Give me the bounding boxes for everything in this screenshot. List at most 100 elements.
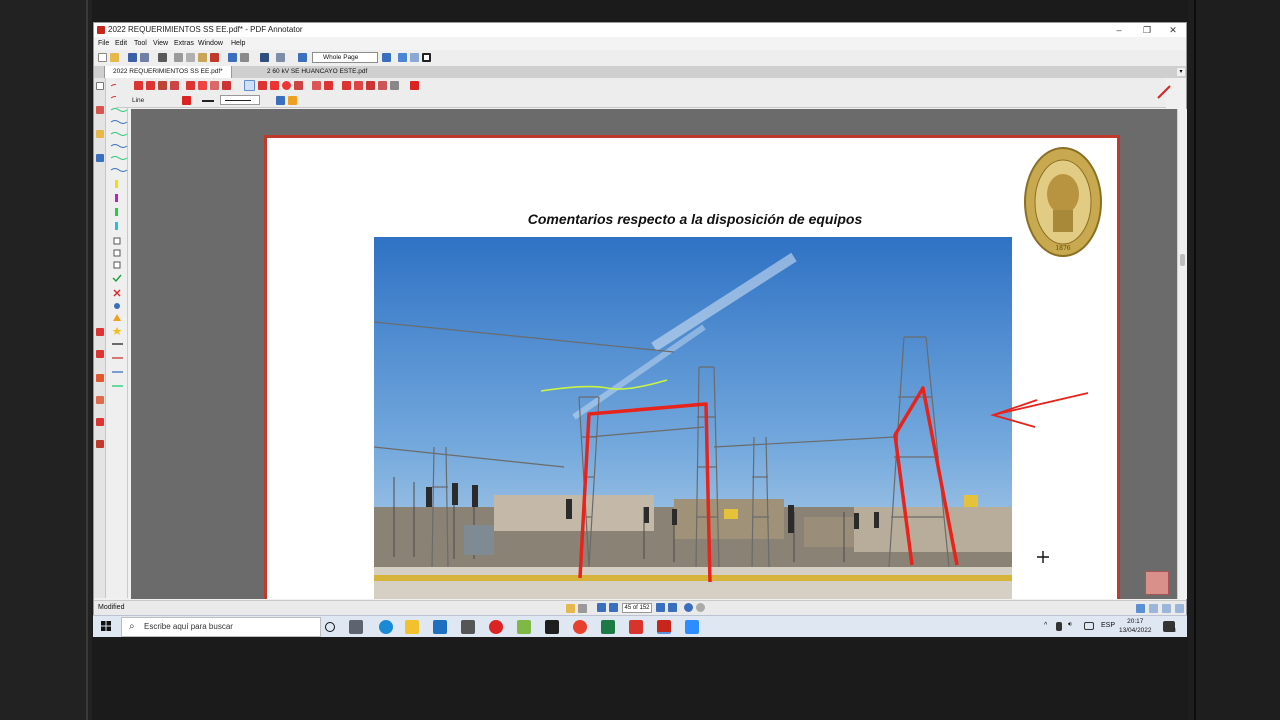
copy-icon[interactable] bbox=[186, 53, 195, 62]
menu-view[interactable]: View bbox=[153, 37, 168, 50]
bookmark-status-icon[interactable] bbox=[566, 604, 575, 613]
vertical-scrollbar[interactable] bbox=[1177, 109, 1187, 599]
undo-icon[interactable] bbox=[228, 53, 237, 62]
menu-edit[interactable]: Edit bbox=[115, 37, 127, 50]
volume-icon[interactable]: 🔉︎ bbox=[1068, 621, 1072, 629]
camera-tool-icon[interactable] bbox=[342, 81, 351, 90]
menu-help[interactable]: Help bbox=[231, 37, 245, 50]
annotations-panel-icon[interactable] bbox=[96, 106, 104, 114]
microphone-icon[interactable] bbox=[1056, 622, 1062, 631]
eraser-tool-icon[interactable] bbox=[378, 81, 387, 90]
arrow-tool-icon[interactable] bbox=[258, 81, 267, 90]
chrome-browser-icon[interactable] bbox=[573, 620, 587, 634]
properties-icon[interactable] bbox=[276, 96, 285, 105]
minimize-button[interactable]: – bbox=[1106, 23, 1132, 37]
cut-icon[interactable] bbox=[174, 53, 183, 62]
line-width-icon[interactable] bbox=[202, 100, 214, 102]
find-binoculars-icon[interactable] bbox=[260, 53, 269, 62]
file-explorer-icon[interactable] bbox=[405, 620, 419, 634]
ellipse-tool-icon[interactable] bbox=[282, 81, 291, 90]
menu-file[interactable]: File bbox=[98, 37, 109, 50]
floating-pen-tool-icon[interactable] bbox=[1145, 571, 1169, 595]
snipping-tool-icon[interactable] bbox=[517, 620, 531, 634]
select-arrow-icon[interactable] bbox=[134, 81, 143, 90]
marker-favorite-icon[interactable] bbox=[96, 374, 104, 382]
comment-tool-icon[interactable] bbox=[324, 81, 333, 90]
pen-tool-icon[interactable] bbox=[186, 81, 195, 90]
delete-icon[interactable] bbox=[210, 53, 219, 62]
links-icon[interactable] bbox=[96, 154, 104, 162]
windows-start-icon[interactable] bbox=[101, 621, 111, 631]
full-screen-icon[interactable] bbox=[422, 53, 431, 62]
zoom-tool-icon[interactable] bbox=[170, 81, 179, 90]
pen-presets-list[interactable] bbox=[109, 82, 131, 402]
draw-tool-icon[interactable] bbox=[366, 81, 375, 90]
zoom-meetings-icon[interactable] bbox=[685, 620, 699, 634]
line-style-select[interactable] bbox=[220, 95, 260, 105]
cortana-icon[interactable] bbox=[325, 622, 335, 632]
crop-tool-icon[interactable] bbox=[354, 81, 363, 90]
microsoft-store-icon[interactable] bbox=[433, 620, 447, 634]
red-arrow-annotation[interactable] bbox=[989, 392, 1089, 428]
previous-page-button[interactable] bbox=[609, 603, 618, 612]
close-button[interactable]: ✕ bbox=[1160, 23, 1186, 37]
stamp-tool-icon[interactable] bbox=[222, 81, 231, 90]
stamp-favorite-icon[interactable] bbox=[96, 418, 104, 426]
tab-huancayo-este[interactable]: 2 60 kV SE HUANCAYO ESTE.pdf bbox=[259, 66, 375, 78]
pen-color-icon[interactable] bbox=[182, 96, 191, 105]
zoom-out-icon[interactable] bbox=[298, 53, 307, 62]
zoom-select[interactable]: Whole Page bbox=[312, 52, 378, 63]
new-document-icon[interactable] bbox=[98, 53, 107, 62]
green-highlight-stroke[interactable] bbox=[540, 379, 668, 392]
pdf-page[interactable]: Comentarios respecto a la disposición de… bbox=[264, 135, 1120, 599]
text-box-tool-icon[interactable] bbox=[294, 81, 303, 90]
next-page-button[interactable] bbox=[656, 603, 665, 612]
thumbnails-icon[interactable] bbox=[96, 82, 104, 90]
highlight-warning-icon[interactable] bbox=[288, 96, 297, 105]
page-layout-icon[interactable] bbox=[276, 53, 285, 62]
excel-icon[interactable] bbox=[601, 620, 615, 634]
view-facing-icon[interactable] bbox=[1162, 604, 1171, 613]
tray-chevron-icon[interactable]: ^ bbox=[1044, 622, 1047, 629]
paste-icon[interactable] bbox=[198, 53, 207, 62]
tab-requerimientos[interactable]: 2022 REQUERIMIENTOS SS EE.pdf* bbox=[104, 66, 232, 78]
image-favorite-icon[interactable] bbox=[96, 396, 104, 404]
open-folder-icon[interactable] bbox=[110, 53, 119, 62]
menu-extras[interactable]: Extras bbox=[174, 37, 194, 50]
pages-status-icon[interactable] bbox=[578, 604, 587, 613]
page-number-field[interactable]: 45 of 152 bbox=[622, 603, 652, 613]
restore-button[interactable]: ❐ bbox=[1134, 23, 1160, 37]
taskbar-search-box[interactable]: ⌕ Escribe aquí para buscar bbox=[121, 617, 321, 637]
language-indicator[interactable]: ESP bbox=[1101, 622, 1115, 629]
save-icon[interactable] bbox=[128, 53, 137, 62]
view-single-icon[interactable] bbox=[1136, 604, 1145, 613]
forward-button[interactable] bbox=[696, 603, 705, 612]
rectangle-tool-icon[interactable] bbox=[270, 81, 279, 90]
acrobat-reader-icon[interactable] bbox=[629, 620, 643, 634]
first-page-button[interactable] bbox=[597, 603, 606, 612]
line-tool-icon[interactable] bbox=[244, 80, 255, 91]
menu-tool[interactable]: Tool bbox=[134, 37, 147, 50]
save-as-icon[interactable] bbox=[140, 53, 149, 62]
menu-window[interactable]: Window bbox=[198, 37, 223, 50]
image-tool-icon[interactable] bbox=[210, 81, 219, 90]
link-tool-icon[interactable] bbox=[312, 81, 321, 90]
print-icon[interactable] bbox=[158, 53, 167, 62]
taskbar-clock[interactable]: 20:17 13/04/2022 bbox=[1119, 617, 1152, 635]
red-frame-annotation[interactable] bbox=[578, 402, 712, 583]
hand-tool-icon[interactable] bbox=[158, 81, 167, 90]
single-page-icon[interactable] bbox=[398, 53, 407, 62]
pen-favorite-icon[interactable] bbox=[96, 350, 104, 358]
tab-list-chevron-icon[interactable]: ▾ bbox=[1177, 68, 1185, 76]
red-tower-annotation[interactable] bbox=[893, 386, 959, 566]
select-area-icon[interactable] bbox=[146, 81, 155, 90]
view-continuous-icon[interactable] bbox=[1149, 604, 1158, 613]
marker-tool-icon[interactable] bbox=[198, 81, 207, 90]
view-continuous-facing-icon[interactable] bbox=[1175, 604, 1184, 613]
favorites-heart-icon[interactable] bbox=[410, 81, 419, 90]
red-app-icon[interactable] bbox=[489, 620, 503, 634]
arrow-favorite-icon[interactable] bbox=[96, 440, 104, 448]
favorites-heart-icon[interactable] bbox=[96, 328, 104, 336]
edge-browser-icon[interactable] bbox=[379, 620, 393, 634]
last-page-button[interactable] bbox=[668, 603, 677, 612]
